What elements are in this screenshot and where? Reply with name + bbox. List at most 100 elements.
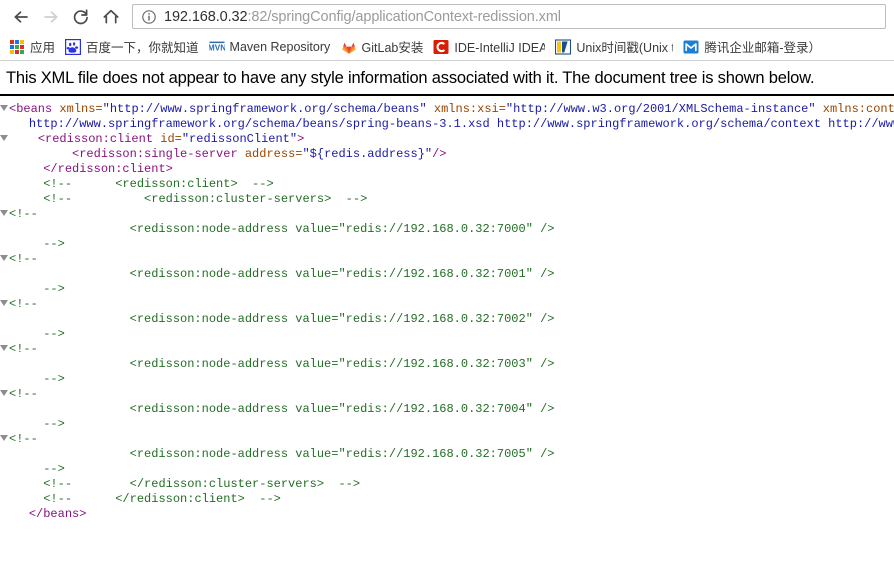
xml-line: <!-- </redisson:client> --> <box>0 492 894 507</box>
xml-punct: </ <box>43 162 58 176</box>
xml-punct: < <box>37 132 46 146</box>
xml-line: --> <box>0 417 894 432</box>
bookmark-apps[interactable]: 应用 <box>7 36 61 58</box>
xml-punct: </ <box>28 507 44 521</box>
xml-line: --> <box>0 282 894 297</box>
url-path: :82/springConfig/applicationContext-redi… <box>247 8 561 25</box>
xml-line: <beans xmlns="http://www.springframework… <box>0 102 894 117</box>
triangle-spacer <box>0 357 14 371</box>
xml-cmt: --> <box>43 462 65 476</box>
triangle-spacer <box>0 447 14 461</box>
triangle-spacer <box>0 462 14 476</box>
xml-line: --> <box>0 327 894 342</box>
bookmark-label: 百度一下，你就知道 <box>86 41 199 55</box>
bookmarks-bar: 应用 百度一下，你就知道 MVN Maven Repository: S <box>0 33 894 60</box>
xml-tag: redisson:single-server <box>79 147 238 161</box>
xml-line: <redisson:node-address value="redis://19… <box>0 402 894 417</box>
xml-attr: xmlns= <box>59 102 103 116</box>
triangle-spacer <box>0 282 14 296</box>
collapse-triangle-icon[interactable] <box>0 345 8 351</box>
home-button[interactable] <box>96 3 126 31</box>
bookmark-unix-timestamp[interactable]: Unix时间戳(Unix tim <box>553 36 679 58</box>
collapse-triangle-icon[interactable] <box>0 255 8 261</box>
tencent-mail-icon <box>683 40 699 53</box>
forward-arrow-icon <box>44 10 58 23</box>
xml-cmt: --> <box>43 327 65 341</box>
back-button[interactable] <box>6 3 36 31</box>
address-bar-url: 192.168.0.32:82/springConfig/application… <box>164 9 561 25</box>
xml-line: <!-- <redisson:client> --> <box>0 177 894 192</box>
triangle-spacer <box>0 402 14 416</box>
info-circle-icon[interactable] <box>141 9 157 25</box>
xml-tag: beans <box>43 507 80 521</box>
address-bar[interactable]: 192.168.0.32:82/springConfig/application… <box>132 4 886 29</box>
xml-attr: id= <box>160 132 182 146</box>
bookmark-label: Maven Repository: S <box>229 39 331 54</box>
forward-button[interactable] <box>36 3 66 31</box>
reload-icon <box>73 8 88 24</box>
bookmark-label: Unix时间戳(Unix tim <box>576 41 673 55</box>
xml-line: </redisson:client> <box>0 162 894 177</box>
xml-cmt: <!-- <box>9 207 38 221</box>
xml-cmt: <redisson:node-address value="redis://19… <box>14 222 555 236</box>
bookmark-intellij-idea[interactable]: IDE-IntelliJ IDEA - 振 <box>431 36 551 58</box>
bookmark-baidu[interactable]: 百度一下，你就知道 <box>63 36 205 58</box>
triangle-spacer <box>0 162 14 176</box>
xml-line: <!-- <box>0 387 894 402</box>
apps-grid-icon <box>9 39 25 55</box>
bookmark-gitlab[interactable]: GitLab安装 <box>339 36 430 58</box>
bookmark-tencent-mail[interactable]: 腾讯企业邮箱-登录） <box>681 36 827 58</box>
xml-attr: xmlns:xsi= <box>433 102 506 116</box>
collapse-triangle-icon[interactable] <box>0 105 8 111</box>
collapse-triangle-icon[interactable] <box>0 435 8 441</box>
xml-cmt: <redisson:node-address value="redis://19… <box>14 357 555 371</box>
collapse-triangle-icon[interactable] <box>0 300 8 306</box>
xml-line: <redisson:client id="redissonClient"> <box>0 132 894 147</box>
browser-toolbar: 192.168.0.32:82/springConfig/application… <box>0 0 894 33</box>
triangle-spacer <box>0 267 14 281</box>
xml-cmt: <!-- <box>9 387 38 401</box>
unix-timestamp-icon <box>555 38 572 55</box>
xml-cmt: <!-- <redisson:cluster-servers> --> <box>43 192 368 206</box>
xml-plain <box>427 102 434 116</box>
xml-line: </beans> <box>0 507 894 522</box>
xml-line: <!-- <redisson:cluster-servers> --> <box>0 192 894 207</box>
xml-line: <redisson:single-server address="${redis… <box>0 147 894 162</box>
maven-mvn-icon: MVN <box>208 40 225 53</box>
reload-button[interactable] <box>66 3 96 31</box>
xml-cmt: --> <box>43 237 65 251</box>
xml-line: --> <box>0 462 894 477</box>
xml-line: <redisson:node-address value="redis://19… <box>0 357 894 372</box>
triangle-spacer <box>0 192 14 206</box>
back-arrow-icon <box>14 10 28 23</box>
xml-tag: redisson:client <box>57 162 166 176</box>
bookmark-maven[interactable]: MVN Maven Repository: S <box>207 36 337 58</box>
xml-cmt: <!-- <redisson:client> --> <box>43 177 274 191</box>
xml-document-tree: < beans xmlns="http://www.springframework… <box>0 96 894 522</box>
xml-attr: address= <box>244 147 303 161</box>
triangle-spacer <box>0 417 14 431</box>
xml-val: "http://www.w3.org/2001/XMLSchema-instan… <box>505 102 816 116</box>
bookmark-label: 应用 <box>30 41 56 55</box>
xml-cmt: <!-- </redisson:client> --> <box>43 492 281 506</box>
xml-cmt: <!-- <box>9 252 38 266</box>
gitlab-fox-icon <box>341 42 356 54</box>
svg-text:MVN: MVN <box>209 43 225 52</box>
xml-cmt: <!-- <box>9 342 38 356</box>
baidu-paw-icon <box>65 38 82 55</box>
collapse-triangle-icon[interactable] <box>0 210 8 216</box>
triangle-spacer <box>0 327 14 341</box>
collapse-triangle-icon[interactable] <box>0 135 8 141</box>
xml-attr: xmlns:context= <box>822 102 894 116</box>
xml-plain <box>238 147 245 161</box>
collapse-triangle-icon[interactable] <box>0 390 8 396</box>
